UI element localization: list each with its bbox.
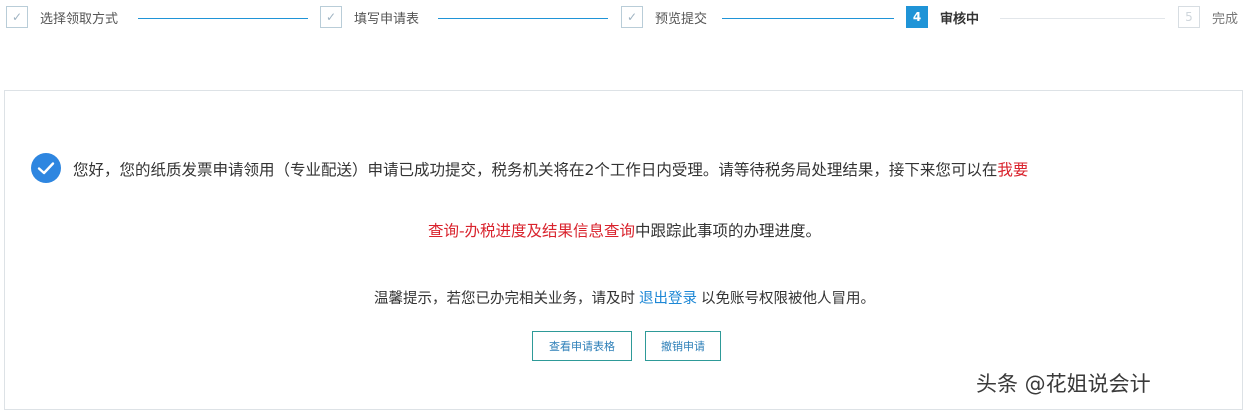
step-5: 5 完成 (1178, 6, 1238, 28)
message-line-1: 您好，您的纸质发票申请领用（专业配送）申请已成功提交，税务机关将在2个工作日内受… (73, 158, 1028, 180)
message-line-2: 查询-办税进度及结果信息查询中跟踪此事项的办理进度。 (5, 219, 1244, 241)
step-3: ✓ 预览提交 (621, 6, 707, 28)
step-5-number: 5 (1178, 6, 1200, 28)
step-2-check-icon: ✓ (320, 6, 342, 28)
step-connector-4 (1000, 18, 1165, 19)
watermark: 头条 @花姐说会计 (976, 372, 1151, 396)
step-1-label: 选择领取方式 (40, 11, 119, 27)
step-connector-1 (138, 18, 308, 19)
step-4: 4 审核中 (906, 6, 979, 28)
step-3-label: 预览提交 (655, 11, 708, 27)
step-connector-2 (438, 18, 608, 19)
logout-link[interactable]: 退出登录 (639, 291, 697, 307)
step-4-label: 审核中 (940, 11, 980, 27)
step-1-check-icon: ✓ (6, 6, 28, 28)
tip-text-before: 温馨提示，若您已办完相关业务，请及时 (374, 291, 635, 307)
progress-stepper: ✓ 选择领取方式 ✓ 填写申请表 ✓ 预览提交 4 审核中 5 完成 (0, 0, 1250, 40)
result-panel: 您好，您的纸质发票申请领用（专业配送）申请已成功提交，税务机关将在2个工作日内受… (4, 90, 1243, 410)
my-query-highlight[interactable]: 我要 (997, 161, 1028, 179)
step-2: ✓ 填写申请表 (320, 6, 419, 28)
view-application-button[interactable]: 查看申请表格 (532, 331, 632, 361)
tip-text-after: 以免账号权限被他人冒用。 (701, 291, 875, 307)
step-connector-3 (722, 18, 894, 19)
step-1: ✓ 选择领取方式 (6, 6, 118, 28)
step-4-number: 4 (906, 6, 928, 28)
message-text: 您好，您的纸质发票申请领用（专业配送）申请已成功提交，税务机关将在2个工作日内受… (73, 161, 998, 179)
step-5-label: 完成 (1212, 11, 1239, 27)
warm-tip: 温馨提示，若您已办完相关业务，请及时 退出登录 以免账号权限被他人冒用。 (5, 287, 1244, 308)
message-tail: 中跟踪此事项的办理进度。 (635, 222, 822, 240)
step-3-check-icon: ✓ (621, 6, 643, 28)
step-2-label: 填写申请表 (354, 11, 420, 27)
success-check-icon (31, 153, 61, 183)
progress-query-highlight[interactable]: 查询-办税进度及结果信息查询 (428, 222, 635, 240)
revoke-application-button[interactable]: 撤销申请 (645, 331, 721, 361)
